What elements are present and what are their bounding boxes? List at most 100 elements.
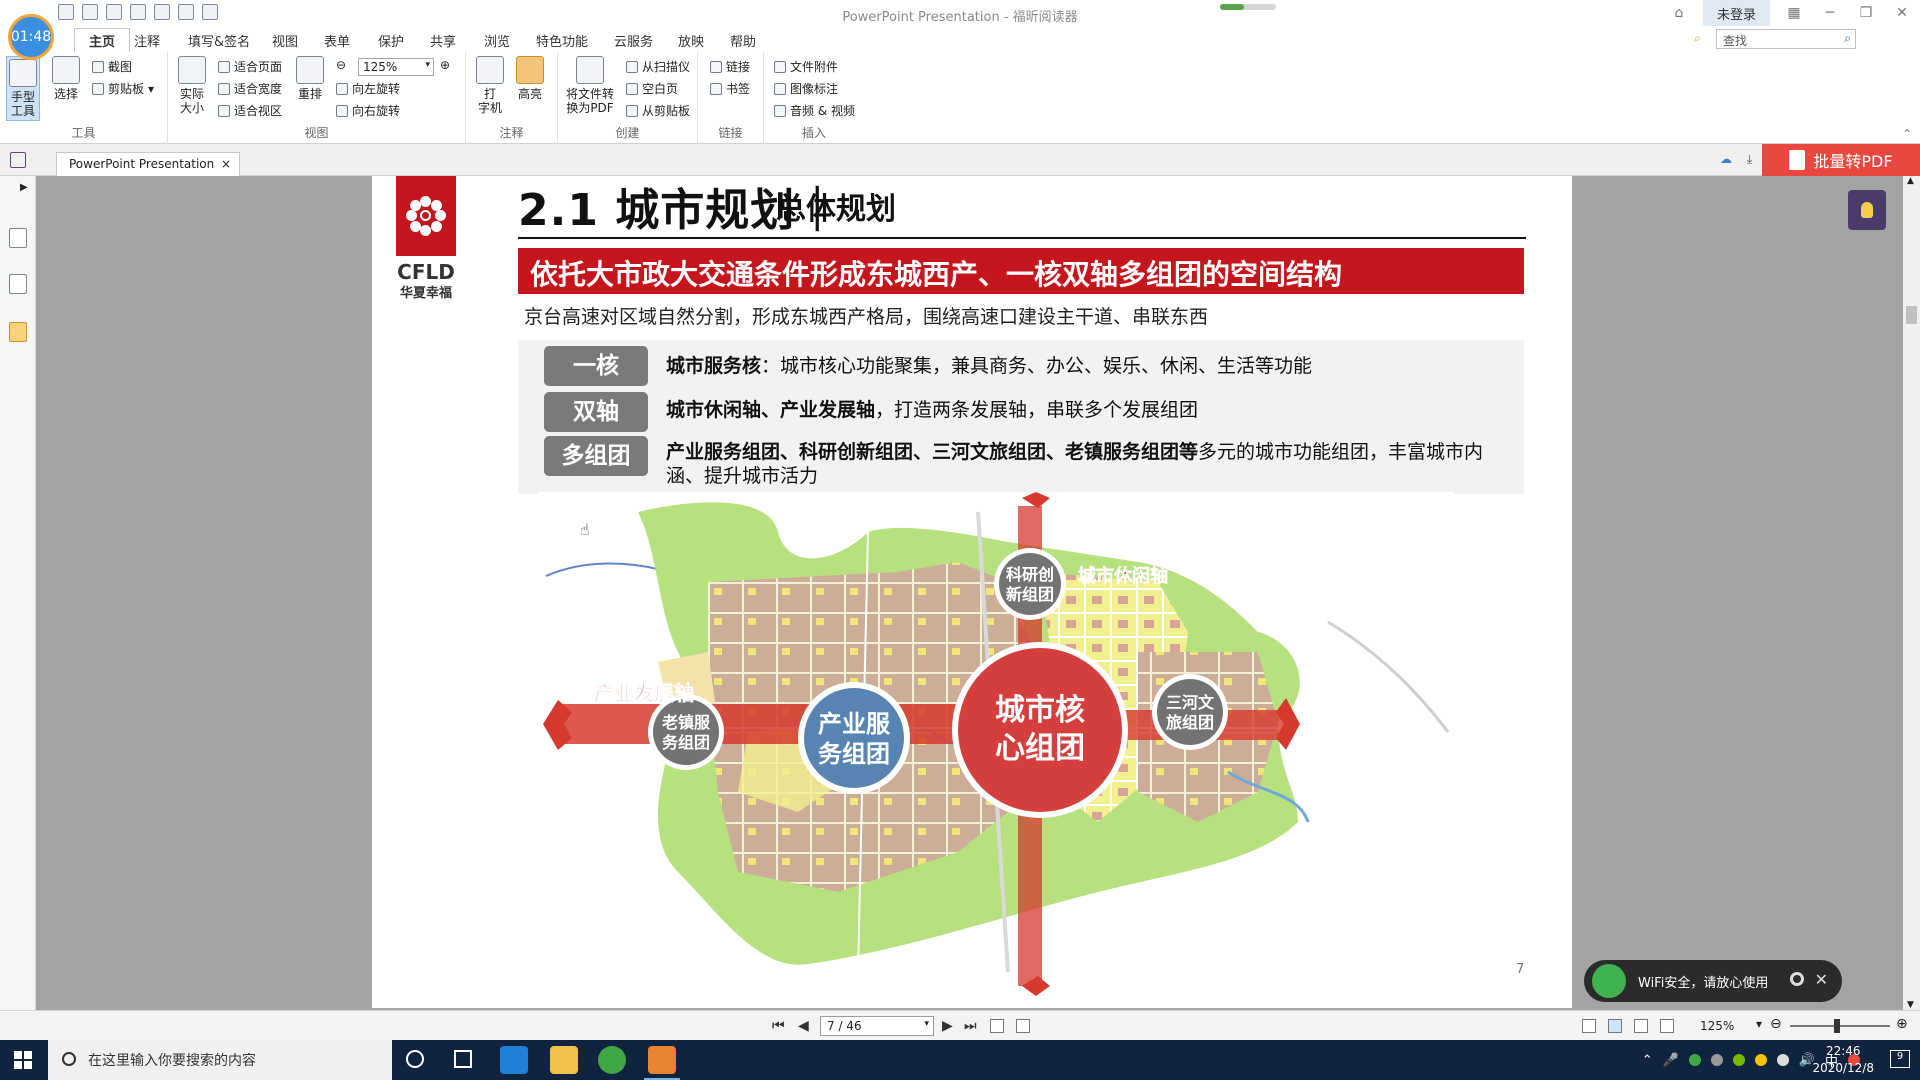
- expand-panel-icon[interactable]: ▶: [20, 182, 28, 193]
- gear-icon[interactable]: [1790, 972, 1804, 986]
- start-button[interactable]: [14, 1051, 32, 1069]
- tab-browse[interactable]: 浏览: [484, 31, 510, 50]
- notification-center-button[interactable]: 9: [1890, 1050, 1910, 1068]
- zoom-out-icon[interactable]: ⊖: [336, 58, 346, 72]
- tab-features[interactable]: 特色功能: [536, 31, 588, 50]
- first-page-button[interactable]: ⏮: [772, 1018, 785, 1034]
- continuous-view-icon[interactable]: [1608, 1019, 1622, 1033]
- network-icon[interactable]: [1710, 1054, 1723, 1066]
- single-page-view-icon[interactable]: [1582, 1019, 1596, 1033]
- shield-icon: [1592, 964, 1626, 998]
- cloud-icon[interactable]: ☁: [1720, 152, 1732, 166]
- image-annotation-button[interactable]: 图像标注: [774, 80, 838, 97]
- comments-panel-icon[interactable]: [9, 322, 27, 342]
- system-clock[interactable]: 22:46 2020/12/8: [1812, 1043, 1874, 1077]
- file-explorer-icon[interactable]: [550, 1046, 578, 1074]
- tab-cloud[interactable]: 云服务: [614, 31, 653, 50]
- zoom-in-icon[interactable]: ⊕: [1896, 1016, 1908, 1032]
- rotate-left-button[interactable]: 向左旋转: [336, 80, 400, 97]
- fit-width-button[interactable]: 适合宽度: [218, 80, 282, 97]
- fit-page-button[interactable]: 适合页面: [218, 58, 282, 75]
- vertical-scrollbar[interactable]: ▲ ▼: [1903, 176, 1920, 1010]
- scroll-down-icon[interactable]: ▼: [1907, 1000, 1914, 1010]
- close-window-button[interactable]: ✕: [1884, 5, 1920, 21]
- login-button[interactable]: 未登录: [1702, 0, 1770, 27]
- zoom-in-icon[interactable]: ⊕: [440, 58, 450, 72]
- wechat-icon[interactable]: [1688, 1054, 1701, 1066]
- battery-icon[interactable]: [1776, 1054, 1789, 1066]
- task-view-icon[interactable]: [454, 1050, 472, 1068]
- collapse-ribbon-icon[interactable]: ⌃: [1902, 127, 1912, 141]
- zoom-slider-handle[interactable]: [1834, 1019, 1840, 1033]
- search-input[interactable]: 查找 ⌕: [1716, 29, 1856, 49]
- zoom-slider[interactable]: [1790, 1019, 1890, 1033]
- batch-convert-pdf-button[interactable]: 批量转PDF: [1762, 144, 1920, 176]
- foxit-reader-taskbar-icon[interactable]: [644, 1046, 680, 1080]
- clipboard-button[interactable]: 剪贴板 ▾: [92, 80, 154, 97]
- taskbar-search-input[interactable]: 在这里输入你要搜索的内容: [48, 1040, 392, 1080]
- minimize-button[interactable]: ─: [1812, 5, 1848, 21]
- previous-view-icon[interactable]: [990, 1019, 1004, 1033]
- zoom-select[interactable]: 125% ▾: [358, 58, 434, 76]
- find-icon[interactable]: ⌕: [1694, 31, 1701, 46]
- cortana-icon[interactable]: [406, 1050, 424, 1068]
- convert-to-pdf-button[interactable]: 将文件转 换为PDF: [566, 56, 614, 115]
- close-icon[interactable]: ✕: [1815, 970, 1828, 989]
- chevron-down-icon[interactable]: ▾: [924, 1019, 929, 1029]
- zoom-out-icon[interactable]: ⊖: [1770, 1016, 1782, 1032]
- continuous-facing-view-icon[interactable]: [1660, 1019, 1674, 1033]
- tab-form[interactable]: 表单: [324, 31, 350, 50]
- bookmark-button[interactable]: 书签: [710, 80, 750, 97]
- map-label-core-1: 城市核: [995, 693, 1085, 728]
- facing-view-icon[interactable]: [1634, 1019, 1648, 1033]
- tab-fill-sign[interactable]: 填写&签名: [188, 31, 250, 50]
- scroll-up-icon[interactable]: ▲: [1907, 176, 1914, 186]
- browser-360-icon[interactable]: [598, 1046, 626, 1074]
- chevron-down-icon[interactable]: ▾: [1756, 1017, 1762, 1031]
- rotate-right-button[interactable]: 向右旋转: [336, 102, 400, 119]
- download-icon[interactable]: ⤓: [1747, 152, 1752, 167]
- scroll-thumb[interactable]: [1906, 306, 1917, 324]
- tab-view[interactable]: 视图: [272, 31, 298, 50]
- nvidia-icon[interactable]: [1732, 1054, 1745, 1066]
- close-tab-icon[interactable]: ×: [221, 157, 231, 171]
- chevron-up-icon[interactable]: ⌃: [1642, 1053, 1653, 1068]
- zoom-level[interactable]: 125%: [1700, 1019, 1734, 1033]
- restore-button[interactable]: ❐: [1848, 5, 1884, 21]
- microphone-icon[interactable]: 🎤: [1663, 1053, 1679, 1068]
- tab-share[interactable]: 共享: [430, 31, 456, 50]
- tips-lightbulb-button[interactable]: [1848, 190, 1886, 230]
- file-attachment-button[interactable]: 文件附件: [774, 58, 838, 75]
- link-button[interactable]: 链接: [710, 58, 750, 75]
- highlight-button[interactable]: 高亮: [516, 56, 544, 101]
- tab-home[interactable]: 主页: [74, 28, 131, 52]
- security-tray-icon[interactable]: [1754, 1054, 1767, 1066]
- select-tool-button[interactable]: 选择: [52, 56, 80, 101]
- previous-page-button[interactable]: ◀: [798, 1018, 809, 1034]
- edge-browser-icon[interactable]: [500, 1046, 528, 1074]
- document-tab[interactable]: PowerPoint Presentation ×: [56, 152, 240, 176]
- from-clipboard-button[interactable]: 从剪贴板: [626, 102, 690, 119]
- blank-page-button[interactable]: 空白页: [626, 80, 678, 97]
- screenshot-button[interactable]: 截图: [92, 58, 132, 75]
- from-scanner-button[interactable]: 从扫描仪: [626, 58, 690, 75]
- fit-visible-button[interactable]: 适合视区: [218, 102, 282, 119]
- hand-tool-button[interactable]: 手型 工具: [6, 56, 40, 121]
- layout-icon[interactable]: ▦: [1776, 5, 1812, 21]
- skin-icon[interactable]: ⌂: [1661, 5, 1697, 21]
- tab-protect[interactable]: 保护: [378, 31, 404, 50]
- next-view-icon[interactable]: [1016, 1019, 1030, 1033]
- actual-size-button[interactable]: 实际 大小: [178, 56, 206, 115]
- next-page-button[interactable]: ▶: [942, 1018, 953, 1034]
- audio-video-button[interactable]: 音频 & 视频: [774, 102, 855, 119]
- typewriter-button[interactable]: 打 字机: [476, 56, 504, 115]
- bookmark-panel-icon[interactable]: [9, 228, 27, 248]
- last-page-button[interactable]: ⏭: [964, 1018, 977, 1034]
- pages-panel-icon[interactable]: [9, 274, 27, 294]
- tab-slideshow[interactable]: 放映: [678, 31, 704, 50]
- tab-help[interactable]: 帮助: [730, 31, 756, 50]
- search-icon[interactable]: ⌕: [1844, 31, 1851, 46]
- reflow-button[interactable]: 重排: [296, 56, 324, 101]
- tab-comment[interactable]: 注释: [134, 31, 160, 50]
- page-number-input[interactable]: 7 / 46 ▾: [820, 1016, 934, 1036]
